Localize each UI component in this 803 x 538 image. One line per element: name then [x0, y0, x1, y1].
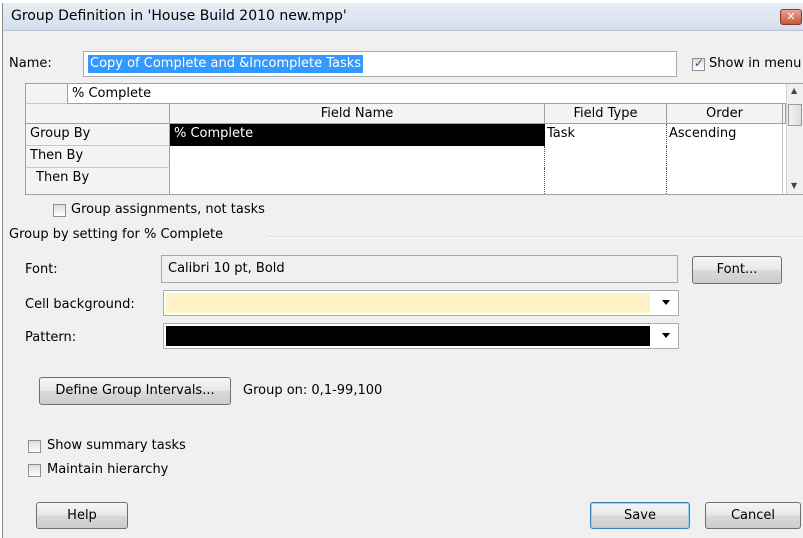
- header-order: Order: [667, 104, 783, 124]
- row-header-then-by-2: Then By: [26, 168, 170, 194]
- checkmark-icon: ✓: [694, 56, 705, 70]
- window-title: Group Definition in 'House Build 2010 ne…: [11, 8, 347, 24]
- group-by-order-cell[interactable]: Ascending: [667, 124, 783, 146]
- row-header-then-by-1: Then By: [26, 146, 170, 168]
- then-by-1-field-cell[interactable]: [170, 146, 545, 168]
- header-field-name: Field Name: [170, 104, 545, 124]
- pattern-swatch: [166, 326, 650, 346]
- header-field-type: Field Type: [545, 104, 667, 124]
- scroll-up-icon[interactable]: ▲: [791, 86, 797, 95]
- then-by-2-field-cell[interactable]: [170, 168, 545, 194]
- then-by-1-order-cell[interactable]: [667, 146, 783, 168]
- then-by-2-type-cell[interactable]: [545, 168, 667, 194]
- close-icon: ✕: [786, 10, 796, 23]
- pattern-dropdown[interactable]: [163, 323, 679, 349]
- row-header-group-by: Group By: [26, 124, 170, 146]
- group-by-field-cell[interactable]: % Complete: [170, 124, 545, 146]
- show-summary-checkbox[interactable]: [28, 440, 41, 453]
- save-button[interactable]: Save: [590, 502, 690, 529]
- group-fields-grid: % Complete Field Name Field Type Order G…: [25, 83, 803, 195]
- group-definition-dialog: Group Definition in 'House Build 2010 ne…: [2, 3, 803, 538]
- chevron-down-icon: [662, 333, 670, 338]
- chevron-down-icon: [662, 300, 670, 305]
- then-by-2-order-cell[interactable]: [667, 168, 783, 194]
- close-button[interactable]: ✕: [780, 9, 802, 25]
- help-button[interactable]: Help: [36, 502, 128, 529]
- maintain-hierarchy-checkbox[interactable]: [28, 464, 41, 477]
- group-by-type-cell[interactable]: Task: [545, 124, 667, 146]
- group-assignments-label: Group assignments, not tasks: [71, 202, 265, 217]
- maintain-hierarchy-label: Maintain hierarchy: [47, 462, 169, 477]
- scroll-down-icon[interactable]: ▼: [791, 181, 797, 190]
- cancel-button[interactable]: Cancel: [705, 502, 801, 529]
- cell-background-swatch: [166, 293, 650, 313]
- font-display: Calibri 10 pt, Bold: [161, 255, 678, 283]
- settings-section-title: Group by setting for % Complete: [9, 227, 224, 242]
- font-display-value: Calibri 10 pt, Bold: [168, 261, 285, 276]
- edit-bar-corner: [26, 84, 68, 104]
- cell-background-dropdown[interactable]: [163, 290, 679, 316]
- show-in-menu-checkbox[interactable]: ✓: [692, 56, 705, 71]
- then-by-1-type-cell[interactable]: [545, 146, 667, 168]
- edit-bar-value: % Complete: [72, 86, 152, 101]
- cell-background-label: Cell background:: [25, 297, 135, 312]
- grid-corner: [26, 104, 170, 124]
- name-input-value: Copy of Complete and &Incomplete Tasks: [88, 55, 364, 73]
- name-label: Name:: [9, 56, 52, 71]
- settings-divider: [267, 236, 803, 238]
- font-button[interactable]: Font...: [692, 256, 782, 284]
- title-bar: Group Definition in 'House Build 2010 ne…: [3, 3, 803, 31]
- edit-bar[interactable]: % Complete: [68, 84, 786, 104]
- font-label: Font:: [25, 262, 58, 277]
- pattern-label: Pattern:: [25, 330, 77, 345]
- scroll-thumb[interactable]: [788, 104, 802, 126]
- show-in-menu-label: Show in menu: [709, 56, 802, 71]
- define-group-intervals-button[interactable]: Define Group Intervals...: [39, 377, 231, 405]
- show-summary-label: Show summary tasks: [47, 438, 186, 453]
- grid-scrollbar[interactable]: ▲ ▼: [786, 84, 803, 194]
- name-input[interactable]: Copy of Complete and &Incomplete Tasks: [83, 51, 677, 77]
- group-assignments-checkbox[interactable]: [53, 204, 66, 217]
- group-on-text: Group on: 0,1-99,100: [243, 383, 383, 398]
